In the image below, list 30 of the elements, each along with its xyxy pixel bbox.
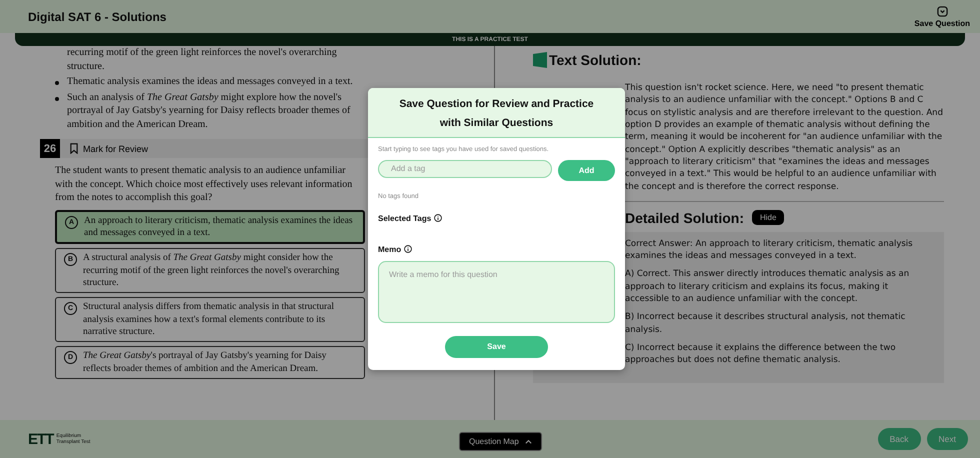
question-number: 26	[40, 139, 60, 158]
solution-heading: Text Solution:	[549, 52, 642, 68]
tag-input-field[interactable]: Add a tag	[378, 160, 552, 178]
memo-field[interactable]: Write a memo for this question	[378, 260, 615, 323]
page-title: Digital SAT 6 - Solutions	[28, 10, 166, 24]
question-text: The student wants to present thematic analysis to an audience unfamiliar with the concept. Which choice most effectively uses relevant information from the notes to accomplish this goal?	[55, 164, 354, 204]
hide-button[interactable]: Hide	[752, 210, 784, 226]
mark-for-review-button[interactable]: Mark for Review	[70, 143, 148, 154]
solution-heading: Detailed Solution:	[625, 210, 744, 226]
dialog-title: Save Question for Review and Practice with Similar Questions	[399, 98, 594, 128]
explanation-text: B) Incorrect because it describes structural analysis, not thematic analysis.	[625, 311, 906, 336]
bullet-icon	[55, 81, 59, 85]
explanation-text: Correct Answer: An approach to literary criticism, thematic analysis examines the ideas and messages conveyed in a text.	[625, 238, 914, 262]
note-text: Such an analysis of The Great Gatsby might explore how the novel's portrayal of Jay Gatsby's yearning for Daisy reflects broader themes of ambition and the American Dream.	[67, 92, 350, 130]
explanation-text: C) Incorrect because it explains the difference between the two approaches but does not define thematic analysis.	[625, 342, 897, 367]
selected-tags-label: Selected Tags	[378, 214, 432, 223]
memo-label: Memo	[378, 244, 402, 254]
save-icon	[936, 6, 948, 16]
bullet-icon	[55, 96, 59, 100]
info-icon	[404, 245, 412, 254]
logo-text: ETT	[28, 430, 54, 448]
note-text: recurring motif of the green light reinforces the novel's overarching structure.	[67, 47, 337, 72]
caret-icon	[524, 439, 532, 444]
flag-icon	[533, 52, 547, 68]
note-text: Thematic analysis examines the ideas and messages conveyed in a text.	[67, 76, 353, 87]
solution-text: This question isn't rocket science. Here, we need "to present thematic analysis to an audience unfamiliar with the concept." Options B and C focus on stylistic analysis and are therefore irrelevant to the question. And option D provides an example of thematic analysis without defining the term, meaning it would be incoherent for "an audience unfamiliar with the concept." Option A explicitly describes "thematic analysis" as an "approach to literary criticism" that "examines the ideas and messages conveyed in a text." This would be helpful to an audience unfamiliar with the concept and is therefore the correct response.	[625, 82, 944, 193]
explanation-text: A) Correct. This answer directly introduces thematic analysis as an approach to literary criticism and explains its focus, making it accessible to an audience unfamiliar with the concept.	[625, 268, 910, 306]
question-map-button[interactable]: Question Map	[459, 432, 542, 451]
save-question-button[interactable]: Save Question	[914, 6, 970, 28]
info-icon	[434, 214, 442, 222]
